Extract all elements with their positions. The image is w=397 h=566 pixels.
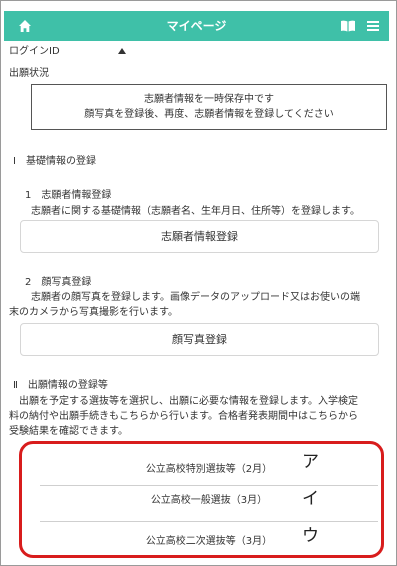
page-title: マイページ <box>166 19 227 33</box>
selection-option-label: 公立高校特別選抜等（2月） <box>145 464 273 475</box>
annotation-mark-i: イ <box>302 489 319 509</box>
section-1-heading: Ⅰ 基礎情報の登録 <box>13 156 96 167</box>
step-2-title: 2 顔写真登録 <box>25 277 92 288</box>
step-2-description-line-2: 末のカメラから写真撮影を行います。 <box>9 307 178 318</box>
selection-option-label: 公立高校一般選抜（3月） <box>150 495 268 506</box>
app-header: マイページ <box>4 11 389 41</box>
step-1-description: 志願者に関する基礎情報（志願者名、生年月日、住所等）を登録します。 <box>31 206 360 217</box>
caret-up-icon[interactable] <box>118 48 126 54</box>
notice-line-2: 顔写真を登録後、再度、志願者情報を登録してください <box>84 109 334 120</box>
book-icon[interactable] <box>340 20 356 32</box>
section-2-heading: Ⅱ 出願情報の登録等 <box>13 380 108 391</box>
applicant-info-register-button[interactable]: 志願者情報登録 <box>20 220 379 253</box>
step-1-title: 1 志願者情報登録 <box>25 190 112 201</box>
login-id-label: ログインID <box>9 46 60 57</box>
step-2-description-line-1: 志願者の顔写真を登録します。画像データのアップロード又はお使いの端 <box>31 292 360 303</box>
annotation-mark-u: ウ <box>302 526 319 546</box>
selection-option-special[interactable]: 公立高校特別選抜等（2月） <box>40 448 378 484</box>
photo-register-button[interactable]: 顔写真登録 <box>20 323 379 356</box>
selection-option-label: 公立高校二次選抜等（3月） <box>145 536 273 547</box>
menu-icon[interactable] <box>367 20 379 32</box>
selection-option-general[interactable]: 公立高校一般選抜（3月） <box>40 486 378 522</box>
application-status-label: 出願状況 <box>9 68 49 79</box>
annotation-mark-a: ア <box>302 452 319 472</box>
notice-line-1: 志願者情報を一時保存中です <box>144 94 274 105</box>
section-2-description-line-2: 料の納付や出願手続きもこちらから行います。合格者発表期間中はこちらから <box>9 411 358 422</box>
selection-option-secondary[interactable]: 公立高校二次選抜等（3月） <box>40 522 378 558</box>
section-2-description-line-1: 出願を予定する選抜等を選択し、出願に必要な情報を登録します。入学検定 <box>19 396 358 407</box>
status-notice: 志願者情報を一時保存中です 顔写真を登録後、再度、志願者情報を登録してください <box>31 84 387 130</box>
section-2-description-line-3: 受験結果を確認できます。 <box>9 426 128 437</box>
